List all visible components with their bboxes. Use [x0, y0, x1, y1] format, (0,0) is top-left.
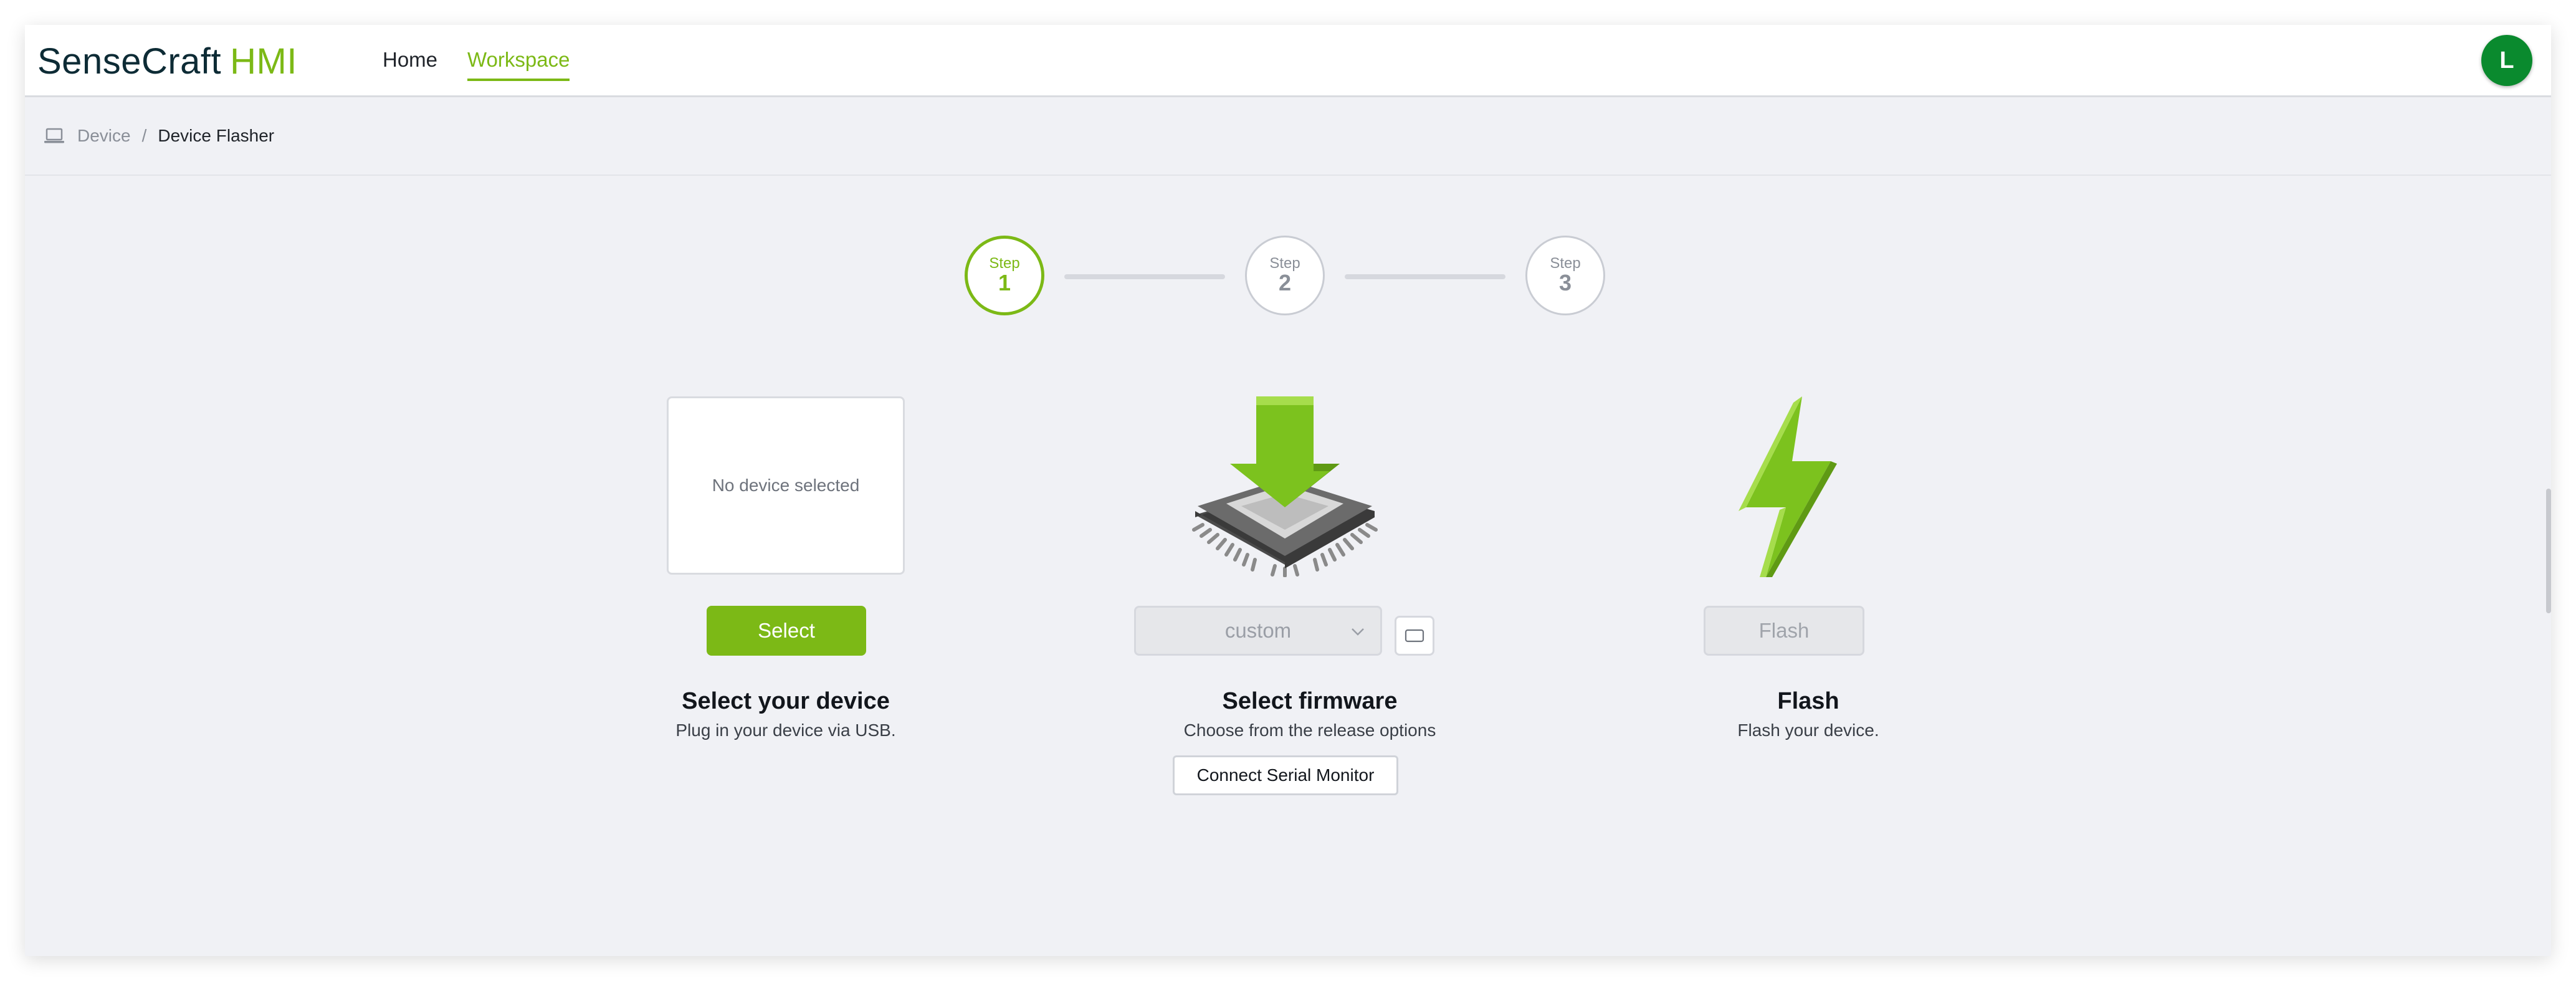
- step-connector-1: [1064, 274, 1225, 279]
- firmware-select-value: custom: [1224, 619, 1292, 642]
- step-1-word: Step: [989, 255, 1020, 272]
- flash-subtitle: Flash your device.: [1737, 720, 1879, 740]
- chip-download-icon: [1192, 396, 1378, 577]
- logo[interactable]: SenseCraft HMI: [37, 36, 297, 86]
- device-subtitle: Plug in your device via USB.: [675, 720, 896, 740]
- step-3: Step 3: [1525, 236, 1605, 315]
- flash-title: Flash: [1777, 688, 1839, 714]
- breadcrumb: Device / Device Flasher: [25, 97, 2551, 176]
- scrollbar[interactable]: [2546, 489, 2551, 613]
- step-3-number: 3: [1558, 270, 1572, 295]
- firmware-title: Select firmware: [1222, 688, 1398, 714]
- terminal-button[interactable]: [1395, 616, 1434, 656]
- nav-home[interactable]: Home: [383, 41, 437, 81]
- step-2-number: 2: [1278, 270, 1292, 295]
- device-title: Select your device: [682, 688, 890, 714]
- firmware-select[interactable]: custom: [1134, 606, 1382, 656]
- breadcrumb-current: Device Flasher: [158, 126, 275, 145]
- logo-accent: HMI: [230, 41, 297, 82]
- flash-button[interactable]: Flash: [1704, 606, 1864, 656]
- breadcrumb-device[interactable]: Device: [77, 126, 131, 146]
- step-1: Step 1: [965, 236, 1044, 315]
- breadcrumb-separator: /: [141, 126, 147, 145]
- stepper: Step 1 Step 2 Step 3: [25, 236, 2551, 317]
- step-1-number: 1: [998, 270, 1011, 295]
- select-device-button[interactable]: Select: [707, 606, 866, 656]
- lightning-bolt-icon: [1739, 396, 1837, 577]
- device-preview: No device selected: [667, 396, 905, 575]
- avatar[interactable]: L: [2481, 35, 2532, 86]
- step-connector-2: [1345, 274, 1505, 279]
- step-2: Step 2: [1245, 236, 1325, 315]
- terminal-icon: [1405, 629, 1424, 643]
- laptop-icon: [44, 128, 64, 143]
- top-nav: SenseCraft HMI Home Workspace L: [25, 25, 2551, 97]
- step-3-word: Step: [1550, 255, 1581, 272]
- firmware-subtitle: Choose from the release options: [1183, 720, 1436, 740]
- app-window: SenseCraft HMI Home Workspace L Device /…: [25, 25, 2551, 956]
- chevron-down-icon: [1352, 628, 1364, 636]
- connect-serial-monitor-button[interactable]: Connect Serial Monitor: [1173, 755, 1398, 795]
- logo-brand: SenseCraft: [37, 41, 222, 82]
- step-2-word: Step: [1269, 255, 1300, 272]
- nav-workspace[interactable]: Workspace: [467, 41, 570, 81]
- device-placeholder: No device selected: [712, 476, 860, 495]
